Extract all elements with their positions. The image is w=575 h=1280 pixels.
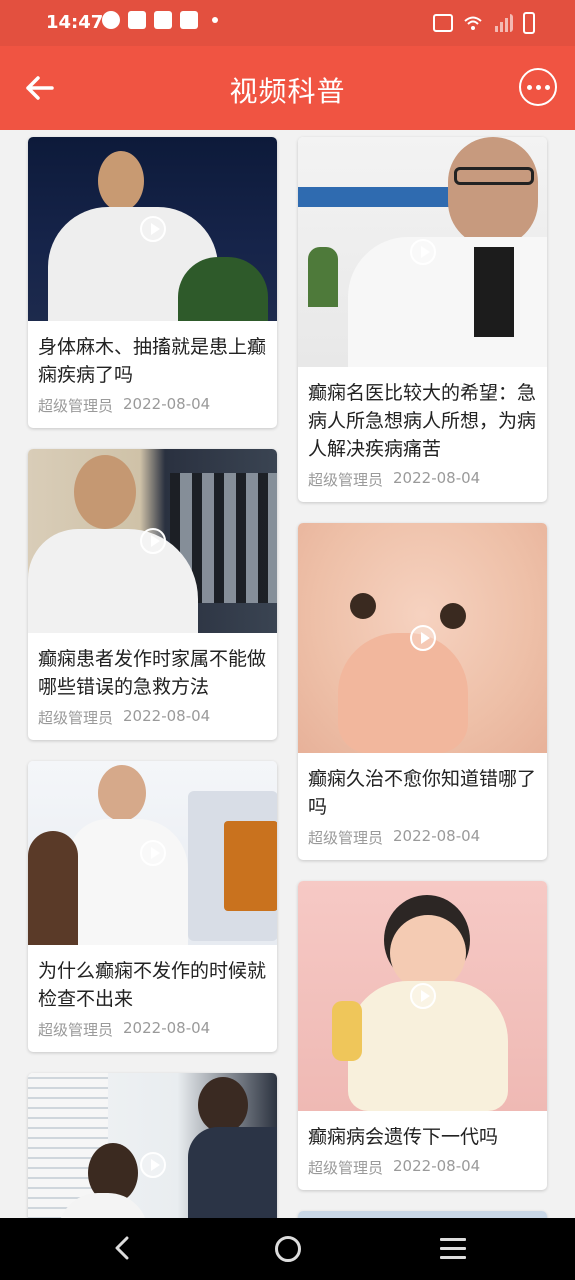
- video-author: 超级管理员: [38, 709, 114, 727]
- vibrate-icon: [433, 14, 453, 32]
- video-meta: 超级管理员 2022-08-04: [28, 1017, 277, 1052]
- video-author: 超级管理员: [308, 1159, 384, 1177]
- video-title: 癫痫病会遗传下一代吗: [308, 1126, 499, 1148]
- video-meta: 超级管理员 2022-08-04: [28, 393, 277, 428]
- video-card[interactable]: [28, 1073, 277, 1218]
- status-notification-icons: [102, 11, 218, 29]
- video-title: 癫痫患者发作时家属不能做哪些错误的急救方法: [38, 648, 267, 698]
- video-thumbnail[interactable]: [298, 523, 547, 753]
- video-meta: 超级管理员 2022-08-04: [298, 467, 547, 502]
- play-icon: [409, 239, 436, 265]
- video-date: 2022-08-04: [393, 469, 481, 487]
- video-author: 超级管理员: [308, 471, 384, 489]
- system-navigation-bar: [0, 1218, 575, 1280]
- left-column: 身体麻木、抽搐就是患上癫痫疾病了吗 超级管理员 2022-08-04 癫痫患者发…: [28, 137, 277, 1218]
- signal-icon: [495, 14, 513, 32]
- play-icon: [409, 983, 436, 1009]
- play-icon: [139, 1152, 166, 1178]
- nav-home-icon[interactable]: [275, 1236, 301, 1262]
- video-card[interactable]: 为什么癫痫不发作的时候就检查不出来 超级管理员 2022-08-04: [28, 761, 277, 1052]
- more-notifications-dot: [212, 17, 218, 23]
- wifi-icon: [464, 16, 482, 30]
- video-meta: 超级管理员 2022-08-04: [298, 1155, 547, 1190]
- video-list[interactable]: 身体麻木、抽搐就是患上癫痫疾病了吗 超级管理员 2022-08-04 癫痫患者发…: [0, 130, 575, 1218]
- video-card-partial[interactable]: [298, 1211, 547, 1218]
- play-icon: [139, 840, 166, 866]
- video-card[interactable]: 身体麻木、抽搐就是患上癫痫疾病了吗 超级管理员 2022-08-04: [28, 137, 277, 428]
- video-thumbnail[interactable]: [28, 1073, 277, 1218]
- app-header: 视频科普: [0, 46, 575, 130]
- nav-back-icon[interactable]: [111, 1236, 135, 1260]
- video-title: 身体麻木、抽搐就是患上癫痫疾病了吗: [38, 336, 267, 386]
- battery-icon: [523, 12, 535, 34]
- video-title: 癫痫久治不愈你知道错哪了吗: [308, 768, 537, 818]
- status-time: 14:47: [46, 12, 104, 33]
- video-card[interactable]: 癫痫病会遗传下一代吗 超级管理员 2022-08-04: [298, 881, 547, 1190]
- video-author: 超级管理员: [308, 829, 384, 847]
- page-title: 视频科普: [229, 75, 346, 108]
- nav-menu-icon[interactable]: [440, 1238, 466, 1260]
- video-card[interactable]: 癫痫患者发作时家属不能做哪些错误的急救方法 超级管理员 2022-08-04: [28, 449, 277, 740]
- video-card[interactable]: 癫痫名医比较大的希望：急病人所急想病人所想，为病人解决疾病痛苦 超级管理员 20…: [298, 137, 547, 502]
- play-icon: [409, 625, 436, 651]
- video-thumbnail[interactable]: [28, 137, 277, 321]
- mail-icon: [154, 11, 172, 29]
- video-date: 2022-08-04: [123, 395, 211, 413]
- video-thumbnail[interactable]: [298, 1211, 547, 1218]
- mail-icon: [128, 11, 146, 29]
- video-date: 2022-08-04: [393, 1157, 481, 1175]
- more-dots-icon[interactable]: [519, 68, 557, 106]
- video-date: 2022-08-04: [123, 707, 211, 725]
- video-date: 2022-08-04: [393, 827, 481, 845]
- play-icon: [139, 528, 166, 554]
- video-thumbnail[interactable]: [28, 449, 277, 633]
- mail-icon: [180, 11, 198, 29]
- video-thumbnail[interactable]: [298, 881, 547, 1111]
- status-system-icons: [433, 12, 535, 34]
- video-title: 癫痫名医比较大的希望：急病人所急想病人所想，为病人解决疾病痛苦: [308, 382, 537, 460]
- video-thumbnail[interactable]: [28, 761, 277, 945]
- video-card[interactable]: 癫痫久治不愈你知道错哪了吗 超级管理员 2022-08-04: [298, 523, 547, 860]
- video-thumbnail[interactable]: [298, 137, 547, 367]
- play-icon: [139, 216, 166, 242]
- right-column: 癫痫名医比较大的希望：急病人所急想病人所想，为病人解决疾病痛苦 超级管理员 20…: [298, 137, 547, 1218]
- video-title: 为什么癫痫不发作的时候就检查不出来: [38, 960, 267, 1010]
- status-bar: 14:47: [0, 0, 575, 46]
- notification-icon: [102, 11, 120, 29]
- video-date: 2022-08-04: [123, 1019, 211, 1037]
- video-meta: 超级管理员 2022-08-04: [28, 705, 277, 740]
- video-author: 超级管理员: [38, 397, 114, 415]
- video-author: 超级管理员: [38, 1021, 114, 1039]
- video-meta: 超级管理员 2022-08-04: [298, 825, 547, 860]
